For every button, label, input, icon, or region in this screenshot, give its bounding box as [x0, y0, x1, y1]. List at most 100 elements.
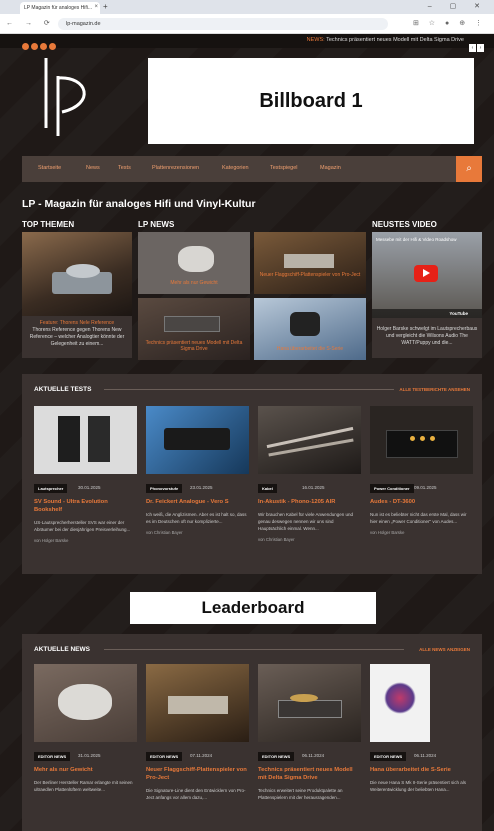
- news-tile[interactable]: Hana überarbeitet die S-Serie: [254, 298, 366, 360]
- tab-close-icon[interactable]: ×: [94, 4, 98, 10]
- test-title[interactable]: SV Sound - Ultra Evolution Bookshelf: [34, 498, 137, 514]
- url-field[interactable]: lp-magazin.de: [58, 18, 388, 30]
- address-bar: ← → ⟳ lp-magazin.de ⊞ ☆ ● ⊕ ⋮: [0, 14, 494, 34]
- news-excerpt: Technics erweitert seine Produktpalette …: [258, 788, 343, 800]
- new-tab-button[interactable]: +: [103, 2, 108, 11]
- test-image: [370, 406, 473, 474]
- test-item[interactable]: Phonovorstufe 23.01.2025 Dr. Feickert Ana…: [146, 406, 249, 535]
- top-theme-card[interactable]: Feature: Thorens Nele Reference Thorens …: [22, 232, 132, 358]
- social-links: [22, 37, 58, 55]
- billboard-ad[interactable]: Billboard 1: [148, 58, 474, 144]
- test-item[interactable]: Kabel 16.01.2025 In-Akustik - Phono-1205 …: [258, 406, 361, 542]
- nav-magazin[interactable]: Magazin: [320, 165, 341, 171]
- news-tile[interactable]: Technics präsentiert neues Modell mit De…: [138, 298, 250, 360]
- nav-plattenrezensionen[interactable]: Plattenrezensionen: [152, 165, 199, 171]
- main-navigation: Startseite News Tests Plattenrezensionen…: [22, 156, 482, 182]
- news-item[interactable]: EDITOR NEWS 07.11.2024 Neuer Flaggschiff-…: [146, 664, 249, 801]
- linkedin-icon[interactable]: [49, 43, 56, 50]
- news-image: [370, 664, 430, 742]
- ticker-next-button[interactable]: ›: [477, 44, 484, 52]
- nav-tests[interactable]: Tests: [118, 165, 131, 171]
- nav-kategorien[interactable]: Kategorien: [222, 165, 249, 171]
- tests-panel: AKTUELLE TESTS ALLE TESTBERICHTE ANSEHEN…: [22, 374, 482, 574]
- browser-tab[interactable]: LP Magazin für analoges Hifi... ×: [20, 2, 100, 14]
- news-item-title[interactable]: Mehr als nur Gewicht: [34, 766, 137, 774]
- test-title[interactable]: Audes - DT-3600: [370, 498, 473, 506]
- test-item[interactable]: Power Conditioner 09.01.2025 Audes - DT-3…: [370, 406, 473, 535]
- news-item[interactable]: EDITOR NEWS 31.01.2025 Mehr als nur Gewic…: [34, 664, 137, 793]
- play-button-icon[interactable]: [414, 265, 438, 282]
- ticker-label: NEWS:: [306, 37, 325, 43]
- test-excerpt: Wir brauchen Kabel für viele Anwendungen…: [258, 512, 354, 531]
- news-tile[interactable]: Neuer Flaggschiff-Plattenspieler von Pro…: [254, 232, 366, 294]
- news-item[interactable]: EDITOR NEWS 06.11.2024 Hana überarbeitet …: [370, 664, 473, 793]
- news-ticker[interactable]: NEWS: Technics präsentiert neues Modell …: [307, 37, 464, 43]
- date: 09.01.2025: [414, 485, 437, 490]
- instagram-icon[interactable]: [31, 43, 38, 50]
- lp-logo[interactable]: [38, 56, 100, 138]
- all-news-link[interactable]: ALLE NEWS ANZEIGEN: [419, 647, 470, 652]
- category-badge[interactable]: EDITOR NEWS: [146, 752, 183, 761]
- browser-nav-buttons[interactable]: ← → ⟳: [6, 19, 55, 27]
- youtube-icon[interactable]: [40, 43, 47, 50]
- date: 06.11.2024: [414, 753, 437, 758]
- date: 06.11.2024: [302, 753, 325, 758]
- browser-tab-bar: LP Magazin für analoges Hifi... × + – ▢ …: [0, 0, 494, 14]
- news-tile-caption: Mehr als nur Gewicht: [170, 280, 218, 286]
- test-author: von Christian Bayer: [146, 530, 183, 535]
- leaderboard-ad[interactable]: Leaderboard: [130, 592, 376, 624]
- nav-news[interactable]: News: [86, 165, 100, 171]
- test-excerpt: US-Lautsprecherhersteller SVS war einer …: [34, 520, 131, 532]
- date: 07.11.2024: [190, 753, 213, 758]
- news-item-title[interactable]: Technics präsentiert neues Modell mit De…: [258, 766, 361, 782]
- top-theme-title: Feature: Thorens Nele Reference: [39, 320, 115, 326]
- video-player[interactable]: Messebe mit der Hifi & Video Roadshow Yo…: [372, 232, 482, 318]
- category-badge[interactable]: Phonovorstufe: [146, 484, 183, 493]
- ticker-arrows: ‹ ›: [468, 36, 484, 54]
- news-item-title[interactable]: Neuer Flaggschiff-Plattenspieler von Pro…: [146, 766, 249, 782]
- website: NEWS: Technics präsentiert neues Modell …: [0, 34, 494, 831]
- extension-icons[interactable]: ⊞ ☆ ● ⊕ ⋮: [413, 19, 486, 27]
- facebook-icon[interactable]: [22, 43, 29, 50]
- window-controls[interactable]: – ▢ ✕: [428, 2, 488, 10]
- category-badge[interactable]: EDITOR NEWS: [34, 752, 71, 761]
- all-tests-link[interactable]: ALLE TESTBERICHTE ANSEHEN: [399, 387, 470, 392]
- news-tile[interactable]: Mehr als nur Gewicht: [138, 232, 250, 294]
- news-tile-caption: Technics präsentiert neues Modell mit De…: [145, 340, 243, 352]
- top-theme-image: [22, 232, 132, 316]
- news-item-title[interactable]: Hana überarbeitet die S-Serie: [370, 766, 473, 774]
- category-badge[interactable]: Kabel: [258, 484, 277, 493]
- news-tile-caption: Neuer Flaggschiff-Plattenspieler von Pro…: [259, 272, 361, 278]
- nav-startseite[interactable]: Startseite: [38, 165, 61, 171]
- video-heading: NEUSTES VIDEO: [372, 220, 437, 229]
- test-title[interactable]: Dr. Feickert Analogue - Vero S: [146, 498, 249, 506]
- lp-news-heading: LP NEWS: [138, 220, 175, 229]
- category-badge[interactable]: EDITOR NEWS: [370, 752, 407, 761]
- news-image: [258, 664, 361, 742]
- test-title[interactable]: In-Akustik - Phono-1205 AIR: [258, 498, 361, 506]
- news-item[interactable]: EDITOR NEWS 06.11.2024 Technics präsentie…: [258, 664, 361, 801]
- nav-testspiegel[interactable]: Testspiegel: [270, 165, 298, 171]
- search-icon[interactable]: ⌕: [456, 156, 482, 182]
- test-item[interactable]: Lautsprecher 30.01.2025 SV Sound - Ultra …: [34, 406, 137, 543]
- category-badge[interactable]: Lautsprecher: [34, 484, 68, 493]
- news-image: [34, 664, 137, 742]
- news-excerpt: Die Signature-Line dient den Entwicklern…: [146, 788, 246, 800]
- test-excerpt: Nun ist es beliebter nicht das erste Mal…: [370, 512, 467, 524]
- divider: [104, 649, 404, 650]
- youtube-logo: YouTube: [449, 311, 468, 316]
- divider: [104, 389, 394, 390]
- date: 30.01.2025: [78, 485, 101, 490]
- news-excerpt: Der Berliner Hersteller Ramar erlangte m…: [34, 780, 133, 792]
- tab-title: LP Magazin für analoges Hifi...: [24, 5, 93, 11]
- test-author: von Holger Barske: [370, 530, 405, 535]
- news-title: AKTUELLE NEWS: [34, 646, 90, 653]
- category-badge[interactable]: EDITOR NEWS: [258, 752, 295, 761]
- news-excerpt: Die neue Hana S Mk II-Serie präsentiert …: [370, 780, 467, 792]
- test-excerpt: Ich weiß, die Anglizismen. Aber es ist h…: [146, 512, 247, 524]
- ticker-prev-button[interactable]: ‹: [469, 44, 476, 52]
- video-card[interactable]: Messebe mit der Hifi & Video Roadshow Yo…: [372, 232, 482, 358]
- test-image: [258, 406, 361, 474]
- news-panel: AKTUELLE NEWS ALLE NEWS ANZEIGEN EDITOR …: [22, 634, 482, 831]
- category-badge[interactable]: Power Conditioner: [370, 484, 414, 493]
